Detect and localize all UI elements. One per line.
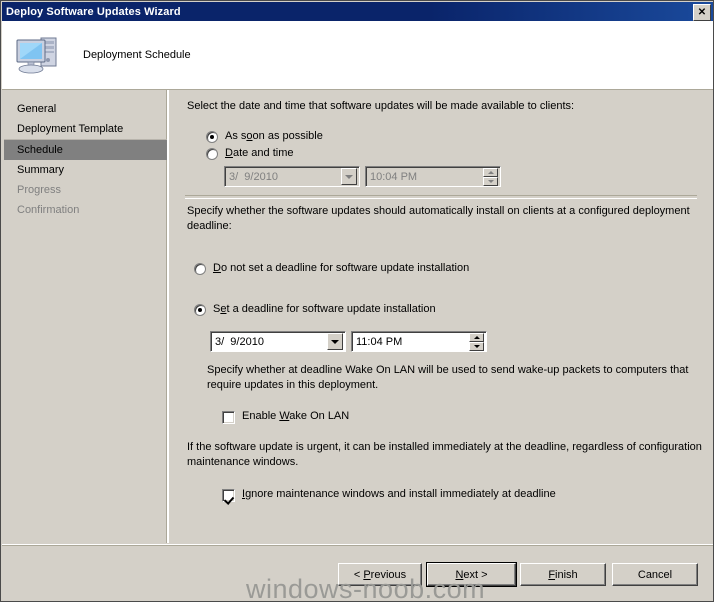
- previous-button[interactable]: < Previous: [338, 563, 422, 586]
- chevron-down-icon: [341, 168, 357, 185]
- chevron-down-icon[interactable]: [327, 333, 343, 350]
- computer-icon: [16, 37, 57, 74]
- wizard-window: Deploy Software Updates Wizard ✕ Deploym…: [0, 0, 714, 602]
- wake-on-lan-prompt: Specify whether at deadline Wake On LAN …: [207, 363, 702, 393]
- radio-no-deadline-label: Do not set a deadline for software updat…: [213, 262, 470, 274]
- checkbox-ignore-indicator: [222, 489, 235, 502]
- available-date-value: 3/ 9/2010: [229, 170, 278, 183]
- wol-prompt-line1: Specify whether at deadline Wake On LAN …: [207, 364, 668, 376]
- sidebar-item-schedule[interactable]: Schedule: [4, 139, 167, 160]
- close-glyph: ✕: [697, 6, 707, 18]
- finish-button[interactable]: Finish: [520, 563, 606, 586]
- previous-button-label: < Previous: [353, 568, 407, 581]
- available-date-picker: 3/ 9/2010: [224, 166, 360, 187]
- page-title: Deployment Schedule: [83, 49, 191, 61]
- section-divider: [185, 195, 697, 199]
- radio-asap-label: As soon as possible: [225, 130, 323, 142]
- time-spinner-icon: [483, 167, 498, 186]
- radio-no-deadline-indicator: [194, 263, 206, 275]
- wizard-steps-sidebar: General Deployment Template Schedule Sum…: [2, 90, 168, 543]
- main-content: Select the date and time that software u…: [168, 90, 713, 543]
- checkbox-wol-label: Enable Wake On LAN: [242, 410, 350, 422]
- radio-datetime-indicator: [206, 148, 218, 160]
- title-bar: Deploy Software Updates Wizard ✕: [2, 2, 713, 21]
- urgent-prompt: If the software update is urgent, it can…: [187, 440, 703, 470]
- next-button-label: Next >: [455, 568, 488, 581]
- deadline-time-value: 11:04 PM: [356, 335, 403, 348]
- deadline-time-picker[interactable]: 11:04 PM: [351, 331, 487, 352]
- window-title: Deploy Software Updates Wizard: [6, 5, 181, 18]
- available-time-picker: 10:04 PM: [365, 166, 501, 187]
- cancel-button[interactable]: Cancel: [612, 563, 698, 586]
- deadline-date-picker[interactable]: 3/ 9/2010: [210, 331, 346, 352]
- sidebar-item-general[interactable]: General: [2, 99, 167, 119]
- checkbox-ignore-label: Ignore maintenance windows and install i…: [242, 488, 556, 500]
- radio-datetime-label: Date and time: [225, 147, 294, 159]
- deadline-prompt-line1: Specify whether the software updates sho…: [187, 205, 630, 217]
- urgent-prompt-line1: If the software update is urgent, it can…: [187, 441, 636, 453]
- checkbox-enable-wake-on-lan[interactable]: Enable Wake On LAN: [222, 410, 349, 424]
- sidebar-item-progress: Progress: [17, 184, 62, 196]
- deadline-prompt: Specify whether the software updates sho…: [187, 204, 703, 234]
- radio-no-deadline[interactable]: Do not set a deadline for software updat…: [194, 262, 469, 275]
- radio-set-deadline-indicator: [194, 304, 206, 316]
- close-icon[interactable]: ✕: [693, 4, 711, 21]
- sidebar-item-summary[interactable]: Summary: [2, 160, 167, 180]
- radio-date-and-time[interactable]: Date and time: [206, 147, 294, 160]
- header-banner: Deployment Schedule: [2, 21, 713, 90]
- sidebar-item-deployment-template[interactable]: Deployment Template: [2, 119, 167, 139]
- deadline-date-value: 3/ 9/2010: [215, 335, 264, 348]
- finish-button-label: Finish: [548, 568, 578, 581]
- availability-prompt: Select the date and time that software u…: [187, 100, 575, 112]
- available-time-value: 10:04 PM: [370, 170, 418, 183]
- checkbox-wol-indicator: [222, 411, 235, 424]
- next-button[interactable]: Next >: [426, 562, 517, 587]
- footer-bar: < Previous Next > Finish Cancel: [2, 544, 713, 601]
- cancel-button-label: Cancel: [637, 568, 673, 581]
- footer-divider: [2, 545, 713, 546]
- radio-set-deadline[interactable]: Set a deadline for software update insta…: [194, 303, 436, 316]
- radio-as-soon-as-possible[interactable]: As soon as possible: [206, 130, 323, 143]
- radio-set-deadline-label: Set a deadline for software update insta…: [213, 303, 436, 315]
- time-spinner-icon[interactable]: [469, 332, 484, 351]
- checkbox-ignore-maintenance-windows[interactable]: Ignore maintenance windows and install i…: [222, 488, 556, 502]
- sidebar-item-confirmation: Confirmation: [17, 204, 80, 216]
- radio-asap-indicator: [206, 131, 218, 143]
